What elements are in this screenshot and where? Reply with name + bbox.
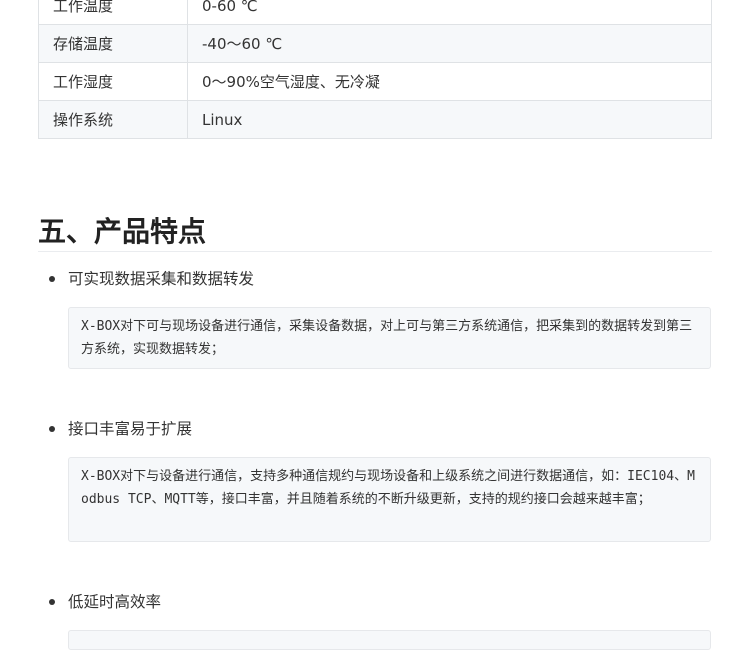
feature-item: 可实现数据采集和数据转发 X-BOX对下可与现场设备进行通信，采集设备数据，对上… [38,267,712,369]
spec-key: 操作系统 [38,100,188,139]
table-row: 工作湿度 0～90%空气湿度、无冷凝 [38,62,712,101]
spec-key: 工作温度 [38,0,188,25]
table-row: 操作系统 Linux [38,100,712,139]
spec-value: 0～90%空气湿度、无冷凝 [187,62,712,101]
section-heading: 五、产品特点 [38,213,712,252]
spec-value: Linux [187,100,712,139]
feature-item: 低延时高效率 [38,590,712,650]
feature-code-block: X-BOX对下与设备进行通信，支持多种通信规约与现场设备和上级系统之间进行数据通… [68,457,711,542]
feature-title: 可实现数据采集和数据转发 [68,270,255,288]
table-row: 工作温度 0-60 ℃ [38,0,712,25]
bullet-icon [49,276,55,282]
feature-title: 接口丰富易于扩展 [68,420,193,438]
bullet-icon [49,426,55,432]
spec-key: 存储温度 [38,24,188,63]
spec-key: 工作湿度 [38,62,188,101]
feature-code-block [68,630,711,650]
table-row: 存储温度 -40～60 ℃ [38,24,712,63]
bullet-icon [49,599,55,605]
spec-value: 0-60 ℃ [187,0,712,25]
feature-code-block: X-BOX对下可与现场设备进行通信，采集设备数据，对上可与第三方系统通信，把采集… [68,307,711,369]
feature-title: 低延时高效率 [68,593,162,611]
spec-table: 工作温度 0-60 ℃ 存储温度 -40～60 ℃ 工作湿度 0～90%空气湿度… [38,0,712,139]
spec-value: -40～60 ℃ [187,24,712,63]
feature-item: 接口丰富易于扩展 X-BOX对下与设备进行通信，支持多种通信规约与现场设备和上级… [38,417,712,542]
